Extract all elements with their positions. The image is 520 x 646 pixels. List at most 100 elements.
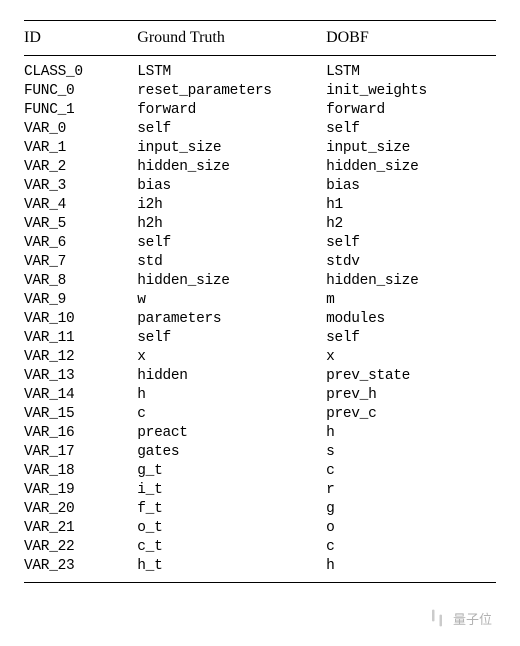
table-row: VAR_2hidden_sizehidden_size — [24, 158, 496, 177]
cell-dobf: x — [326, 348, 496, 367]
table-row: CLASS_0LSTMLSTM — [24, 56, 496, 82]
cell-ground-truth: preact — [137, 424, 326, 443]
cell-dobf: hidden_size — [326, 158, 496, 177]
cell-dobf: g — [326, 500, 496, 519]
cell-id: VAR_1 — [24, 139, 137, 158]
table-row: VAR_1input_sizeinput_size — [24, 139, 496, 158]
cell-ground-truth: self — [137, 329, 326, 348]
table-row: VAR_0selfself — [24, 120, 496, 139]
cell-ground-truth: reset_parameters — [137, 82, 326, 101]
table-row: VAR_16preacth — [24, 424, 496, 443]
cell-id: VAR_6 — [24, 234, 137, 253]
table-row: VAR_15cprev_c — [24, 405, 496, 424]
cell-dobf: forward — [326, 101, 496, 120]
cell-dobf: h1 — [326, 196, 496, 215]
cell-dobf: self — [326, 234, 496, 253]
cell-id: VAR_12 — [24, 348, 137, 367]
cell-dobf: modules — [326, 310, 496, 329]
cell-id: VAR_21 — [24, 519, 137, 538]
cell-id: VAR_13 — [24, 367, 137, 386]
cell-dobf: s — [326, 443, 496, 462]
cell-ground-truth: w — [137, 291, 326, 310]
table-row: VAR_19i_tr — [24, 481, 496, 500]
table-row: VAR_3biasbias — [24, 177, 496, 196]
cell-ground-truth: o_t — [137, 519, 326, 538]
cell-id: VAR_18 — [24, 462, 137, 481]
cell-id: VAR_9 — [24, 291, 137, 310]
cell-id: FUNC_0 — [24, 82, 137, 101]
cell-dobf: c — [326, 462, 496, 481]
table-row: VAR_17gatess — [24, 443, 496, 462]
cell-id: VAR_16 — [24, 424, 137, 443]
cell-id: VAR_0 — [24, 120, 137, 139]
cell-ground-truth: c_t — [137, 538, 326, 557]
cell-ground-truth: LSTM — [137, 56, 326, 82]
table-row: VAR_13hiddenprev_state — [24, 367, 496, 386]
cell-dobf: self — [326, 120, 496, 139]
cell-ground-truth: c — [137, 405, 326, 424]
cell-id: VAR_22 — [24, 538, 137, 557]
cell-dobf: bias — [326, 177, 496, 196]
cell-id: VAR_3 — [24, 177, 137, 196]
table-row: VAR_14hprev_h — [24, 386, 496, 405]
cell-id: FUNC_1 — [24, 101, 137, 120]
cell-ground-truth: gates — [137, 443, 326, 462]
table-row: VAR_5h2hh2 — [24, 215, 496, 234]
table-row: VAR_20f_tg — [24, 500, 496, 519]
cell-dobf: init_weights — [326, 82, 496, 101]
cell-dobf: self — [326, 329, 496, 348]
cell-id: VAR_10 — [24, 310, 137, 329]
cell-dobf: prev_c — [326, 405, 496, 424]
watermark: 量子位 — [427, 608, 492, 628]
header-id: ID — [24, 21, 137, 56]
cell-ground-truth: h_t — [137, 557, 326, 583]
cell-id: CLASS_0 — [24, 56, 137, 82]
cell-id: VAR_5 — [24, 215, 137, 234]
cell-id: VAR_4 — [24, 196, 137, 215]
cell-ground-truth: f_t — [137, 500, 326, 519]
cell-ground-truth: h — [137, 386, 326, 405]
cell-dobf: r — [326, 481, 496, 500]
cell-dobf: m — [326, 291, 496, 310]
cell-ground-truth: h2h — [137, 215, 326, 234]
cell-dobf: prev_h — [326, 386, 496, 405]
cell-ground-truth: std — [137, 253, 326, 272]
cell-dobf: h — [326, 557, 496, 583]
cell-ground-truth: x — [137, 348, 326, 367]
cell-ground-truth: hidden_size — [137, 272, 326, 291]
cell-ground-truth: parameters — [137, 310, 326, 329]
header-dobf: DOBF — [326, 21, 496, 56]
table-body: CLASS_0LSTMLSTMFUNC_0reset_parametersini… — [24, 56, 496, 583]
table-row: VAR_8hidden_sizehidden_size — [24, 272, 496, 291]
cell-dobf: stdv — [326, 253, 496, 272]
table-row: VAR_10parametersmodules — [24, 310, 496, 329]
cell-ground-truth: i2h — [137, 196, 326, 215]
header-ground-truth: Ground Truth — [137, 21, 326, 56]
table-row: VAR_4i2hh1 — [24, 196, 496, 215]
table-row: VAR_7stdstdv — [24, 253, 496, 272]
cell-id: VAR_23 — [24, 557, 137, 583]
cell-ground-truth: self — [137, 234, 326, 253]
cell-ground-truth: input_size — [137, 139, 326, 158]
cell-id: VAR_11 — [24, 329, 137, 348]
cell-ground-truth: hidden_size — [137, 158, 326, 177]
cell-dobf: h — [326, 424, 496, 443]
cell-ground-truth: g_t — [137, 462, 326, 481]
cell-dobf: input_size — [326, 139, 496, 158]
cell-id: VAR_7 — [24, 253, 137, 272]
cell-dobf: o — [326, 519, 496, 538]
cell-ground-truth: bias — [137, 177, 326, 196]
table-row: VAR_18g_tc — [24, 462, 496, 481]
table-row: VAR_11selfself — [24, 329, 496, 348]
cell-ground-truth: self — [137, 120, 326, 139]
table-row: VAR_22c_tc — [24, 538, 496, 557]
cell-id: VAR_2 — [24, 158, 137, 177]
cell-id: VAR_20 — [24, 500, 137, 519]
watermark-icon — [427, 608, 447, 628]
table-row: VAR_23h_th — [24, 557, 496, 583]
table-row: VAR_9wm — [24, 291, 496, 310]
table-row: FUNC_0reset_parametersinit_weights — [24, 82, 496, 101]
table-row: FUNC_1forwardforward — [24, 101, 496, 120]
comparison-table: ID Ground Truth DOBF CLASS_0LSTMLSTMFUNC… — [24, 20, 496, 583]
cell-ground-truth: i_t — [137, 481, 326, 500]
